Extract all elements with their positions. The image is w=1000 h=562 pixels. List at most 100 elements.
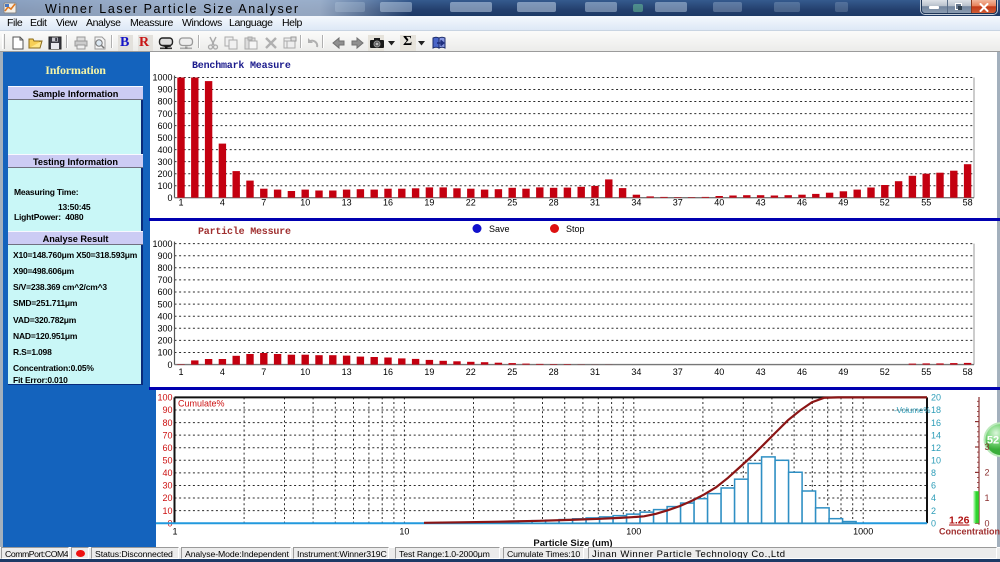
svg-text:800: 800 — [157, 97, 172, 107]
svg-text:20: 20 — [931, 393, 941, 403]
svg-text:34: 34 — [631, 367, 641, 377]
svg-text:0: 0 — [167, 360, 172, 370]
svg-text:500: 500 — [157, 133, 172, 143]
svg-text:43: 43 — [756, 198, 766, 208]
svg-text:400: 400 — [157, 145, 172, 155]
svg-text:16: 16 — [383, 198, 393, 208]
svg-text:1: 1 — [985, 493, 990, 503]
svg-text:0: 0 — [985, 518, 990, 528]
svg-text:0: 0 — [931, 518, 936, 528]
svg-text:19: 19 — [424, 198, 434, 208]
svg-text:43: 43 — [756, 367, 766, 377]
svg-text:Stop: Stop — [566, 224, 585, 234]
svg-text:4: 4 — [220, 198, 225, 208]
svg-text:1000: 1000 — [152, 73, 172, 83]
svg-text:14: 14 — [931, 430, 941, 440]
svg-text:Particle Messure: Particle Messure — [198, 226, 291, 238]
svg-text:18: 18 — [931, 405, 941, 415]
svg-text:19: 19 — [424, 367, 434, 377]
svg-text:1.26: 1.26 — [949, 515, 970, 527]
svg-text:7: 7 — [261, 198, 266, 208]
svg-text:34: 34 — [631, 198, 641, 208]
svg-text:-Volume%: -Volume% — [894, 406, 930, 415]
svg-text:500: 500 — [157, 299, 172, 309]
svg-text:Benchmark Measure: Benchmark Measure — [192, 60, 291, 72]
svg-text:1: 1 — [178, 198, 183, 208]
svg-text:10: 10 — [300, 198, 310, 208]
svg-text:70: 70 — [162, 430, 172, 440]
svg-text:55: 55 — [921, 198, 931, 208]
svg-text:400: 400 — [157, 311, 172, 321]
svg-text:13: 13 — [342, 367, 352, 377]
svg-text:10: 10 — [162, 506, 172, 516]
svg-text:20: 20 — [162, 493, 172, 503]
svg-text:100: 100 — [157, 181, 172, 191]
svg-text:300: 300 — [157, 324, 172, 334]
svg-text:49: 49 — [838, 198, 848, 208]
svg-text:16: 16 — [931, 418, 941, 428]
svg-text:800: 800 — [157, 263, 172, 273]
svg-text:200: 200 — [157, 336, 172, 346]
svg-text:60: 60 — [162, 443, 172, 453]
svg-text:Particle Size (um): Particle Size (um) — [533, 538, 612, 547]
svg-text:200: 200 — [157, 169, 172, 179]
svg-text:4: 4 — [220, 367, 225, 377]
svg-text:50: 50 — [162, 456, 172, 466]
svg-text:37: 37 — [673, 367, 683, 377]
svg-text:100: 100 — [157, 393, 172, 403]
svg-text:46: 46 — [797, 367, 807, 377]
svg-text:0: 0 — [167, 193, 172, 203]
svg-text:700: 700 — [157, 275, 172, 285]
svg-text:90: 90 — [162, 405, 172, 415]
svg-text:Concentration: Concentration — [939, 527, 1000, 537]
svg-text:16: 16 — [383, 367, 393, 377]
svg-text:3: 3 — [985, 442, 990, 452]
svg-text:900: 900 — [157, 251, 172, 261]
svg-text:22: 22 — [466, 367, 476, 377]
svg-text:52: 52 — [880, 198, 890, 208]
svg-text:10: 10 — [931, 456, 941, 466]
svg-text:12: 12 — [931, 443, 941, 453]
svg-text:30: 30 — [162, 481, 172, 491]
svg-text:1: 1 — [172, 527, 177, 537]
svg-text:25: 25 — [507, 367, 517, 377]
svg-text:4: 4 — [931, 493, 936, 503]
svg-text:46: 46 — [797, 198, 807, 208]
svg-text:900: 900 — [157, 85, 172, 95]
svg-text:22: 22 — [466, 198, 476, 208]
svg-text:7: 7 — [261, 367, 266, 377]
svg-text:2: 2 — [931, 506, 936, 516]
svg-text:10: 10 — [300, 367, 310, 377]
svg-text:40: 40 — [714, 198, 724, 208]
svg-text:600: 600 — [157, 287, 172, 297]
svg-text:13: 13 — [342, 198, 352, 208]
svg-text:80: 80 — [162, 418, 172, 428]
svg-text:25: 25 — [507, 198, 517, 208]
svg-text:2: 2 — [985, 468, 990, 478]
svg-text:31: 31 — [590, 367, 600, 377]
svg-text:28: 28 — [549, 198, 559, 208]
svg-text:300: 300 — [157, 157, 172, 167]
svg-text:100: 100 — [626, 527, 641, 537]
svg-text:Save: Save — [489, 224, 510, 234]
svg-text:1000: 1000 — [152, 239, 172, 249]
svg-text:8: 8 — [931, 468, 936, 478]
svg-text:31: 31 — [590, 198, 600, 208]
svg-text:100: 100 — [157, 348, 172, 358]
svg-text:37: 37 — [673, 198, 683, 208]
svg-text:49: 49 — [838, 367, 848, 377]
svg-text:58: 58 — [963, 198, 973, 208]
svg-text:52: 52 — [880, 367, 890, 377]
svg-text:1: 1 — [178, 367, 183, 377]
svg-text:58: 58 — [963, 367, 973, 377]
svg-text:10: 10 — [399, 527, 409, 537]
svg-text:6: 6 — [931, 481, 936, 491]
svg-text:600: 600 — [157, 121, 172, 131]
svg-text:40: 40 — [162, 468, 172, 478]
svg-text:Cumulate%: Cumulate% — [178, 398, 225, 408]
svg-text:55: 55 — [921, 367, 931, 377]
svg-text:1000: 1000 — [853, 527, 873, 537]
svg-text:28: 28 — [549, 367, 559, 377]
svg-text:40: 40 — [714, 367, 724, 377]
svg-text:700: 700 — [157, 109, 172, 119]
